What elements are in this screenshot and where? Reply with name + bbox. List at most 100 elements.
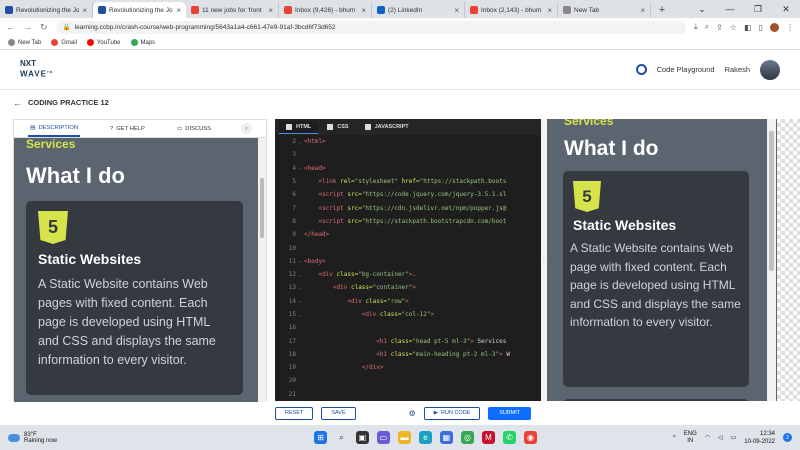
output-preview[interactable]: Services What I do 5 Static Websites A S… [547, 119, 777, 401]
task-view-icon[interactable]: ▣ [355, 431, 369, 444]
extension-icon[interactable]: ◧ [744, 23, 752, 32]
code-line[interactable]: 18 <h1 class="main-heading pt-2 ml-3"> W [275, 348, 541, 361]
code-line[interactable]: 9 </head> [275, 228, 541, 241]
preview-scrollbar[interactable] [767, 119, 776, 401]
code-line[interactable]: 11 ⌄ <body> [275, 255, 541, 268]
browser-tab[interactable]: 11 new jobs for 'front × [186, 2, 279, 18]
tray-chevron-icon[interactable]: ^ [673, 435, 676, 441]
code-line[interactable]: 5 <link rel="stylesheet" href="https://s… [275, 175, 541, 188]
description-content[interactable]: Services What I do 5 Static Websites A S… [14, 138, 260, 402]
zoom-icon[interactable]: ⌕ [705, 22, 709, 32]
tab-close-icon[interactable]: × [454, 6, 459, 15]
maximize-icon[interactable]: ❐ [744, 4, 772, 15]
tab-description[interactable]: ▤ DESCRIPTION [27, 121, 81, 137]
code-line[interactable]: 21 [275, 388, 541, 401]
code-line[interactable]: 15 ⌄ <div class="col-12"> [275, 308, 541, 321]
chrome-icon[interactable]: ◎ [460, 431, 474, 444]
whatsapp-icon[interactable]: ✆ [502, 431, 516, 444]
code-line[interactable]: 3 [275, 148, 541, 161]
tab-close-icon[interactable]: × [361, 6, 366, 15]
back-arrow-icon[interactable]: ← [13, 98, 22, 108]
volume-icon[interactable]: ◁ [718, 434, 723, 441]
avatar[interactable] [760, 59, 780, 80]
tab-get-help[interactable]: ? GET HELP [108, 122, 147, 136]
chat-app-icon[interactable]: ▭ [376, 431, 390, 444]
browser-tab[interactable]: New Tab × [558, 2, 651, 18]
edge-icon[interactable]: e [418, 431, 432, 444]
nxtwave-logo[interactable]: NXT WAVETM [20, 60, 53, 79]
weather-widget[interactable]: 83°F Raining now [8, 432, 128, 444]
user-name[interactable]: Rakesh [725, 65, 750, 74]
store-icon[interactable]: ▦ [439, 431, 453, 444]
submit-button[interactable]: SUBMIT [488, 406, 532, 420]
tab-favicon-icon [377, 6, 385, 14]
search-icon[interactable]: ⌕ [335, 431, 348, 444]
tab-close-icon[interactable]: × [268, 6, 273, 15]
notification-badge[interactable]: 2 [783, 433, 792, 442]
preview-services-label: Services [564, 119, 614, 128]
share-icon[interactable]: ⇪ [716, 23, 723, 32]
tab-discuss[interactable]: ▭ DISCUSS [175, 122, 213, 136]
code-line[interactable]: 4 ⌄ <head> [275, 162, 541, 175]
code-line[interactable]: 8 <script src="https://stackpath.bootstr… [275, 215, 541, 228]
collapse-panel-icon[interactable]: ‹ [241, 123, 253, 134]
tab-title: (2) LinkedIn [388, 6, 423, 14]
mcafee-icon[interactable]: M [481, 431, 495, 444]
editor-tab-html[interactable]: HTML [279, 120, 319, 134]
code-area[interactable]: 2 ⌄ <html> 3 4 ⌄ <head> 5 <link rel="stylesheet… [275, 135, 541, 401]
browser-tab[interactable]: (2) LinkedIn × [372, 2, 465, 18]
bookmark-item[interactable]: New Tab [8, 39, 41, 46]
windows-start-icon[interactable]: ⊞ [313, 431, 327, 444]
url-field[interactable]: 🔒 learning.ccbp.in/crash-course/web-prog… [55, 20, 687, 34]
code-line[interactable]: 20 [275, 374, 541, 387]
bookmark-item[interactable]: Gmail [51, 39, 77, 46]
forward-icon[interactable]: → [23, 22, 32, 32]
code-line[interactable]: 7 <script src="https://cdn.jsdelivr.net/… [275, 201, 541, 214]
chrome-active-icon[interactable]: ◉ [523, 431, 537, 444]
editor-tab-css[interactable]: CSS [320, 121, 355, 133]
bookmark-item[interactable]: YouTube [86, 39, 121, 46]
code-line[interactable]: 2 ⌄ <html> [275, 135, 541, 148]
tab-search-icon[interactable]: ⌄ [688, 4, 716, 15]
editor-tab-javascript[interactable]: JAVASCRIPT [358, 121, 416, 133]
run-code-button[interactable]: ▶ RUN CODE [423, 406, 481, 420]
battery-icon[interactable]: ▭ [731, 434, 737, 441]
profile-icon[interactable] [770, 22, 779, 32]
bookmark-item[interactable]: Maps [130, 39, 155, 46]
back-icon[interactable]: ← [6, 22, 15, 32]
code-line[interactable]: 14 ⌄ <div class="row"> [275, 295, 541, 308]
browser-tab[interactable]: Revolutionizing the Jo × [0, 2, 93, 18]
tab-close-icon[interactable]: × [640, 6, 645, 15]
clock[interactable]: 12:34 10-09-2022 [744, 430, 775, 446]
code-line[interactable]: 6 <script src="https://code.jquery.com/j… [275, 188, 541, 201]
save-button[interactable]: SAVE [321, 406, 356, 420]
reset-button[interactable]: RESET [275, 406, 314, 420]
menu-icon[interactable]: ⋮ [786, 23, 794, 32]
code-line[interactable]: 12 ⌄ <div class="bg-container">. [275, 268, 541, 281]
code-line[interactable]: 17 <h1 class="head pt-5 ml-3"> Services [275, 334, 541, 347]
download-icon[interactable]: ⤓ [694, 22, 698, 32]
code-line[interactable]: 13 ⌄ <div class="container"> [275, 281, 541, 294]
star-icon[interactable]: ☆ [730, 23, 737, 32]
code-line[interactable]: 16 [275, 321, 541, 334]
browser-tab[interactable]: Inbox (2,143) - bhum × [465, 2, 558, 18]
language-indicator[interactable]: ENG IN [684, 431, 697, 445]
new-tab-button[interactable]: + [654, 2, 670, 18]
code-line[interactable]: 19 </div> [275, 361, 541, 374]
tab-close-icon[interactable]: × [82, 6, 87, 15]
reload-icon[interactable]: ↻ [40, 22, 48, 33]
code-line[interactable]: 10 [275, 241, 541, 254]
browser-tab[interactable]: Revolutionizing the Jo × [93, 2, 186, 18]
description-scrollbar[interactable] [258, 138, 266, 402]
sidepanel-icon[interactable]: ▯ [759, 23, 763, 32]
close-window-icon[interactable]: ✕ [772, 4, 800, 15]
browser-tab[interactable]: Inbox (9,426) - bhum × [279, 2, 372, 18]
tab-close-icon[interactable]: × [547, 6, 552, 15]
streak-icon[interactable] [635, 64, 647, 75]
tab-close-icon[interactable]: × [176, 6, 181, 15]
wifi-icon[interactable]: ◠ [705, 434, 710, 441]
file-explorer-icon[interactable]: ▬ [397, 431, 411, 444]
settings-gear-icon[interactable]: ⚙ [409, 409, 416, 418]
code-playground-link[interactable]: Code Playground [657, 65, 715, 74]
minimize-icon[interactable]: — [716, 4, 744, 14]
